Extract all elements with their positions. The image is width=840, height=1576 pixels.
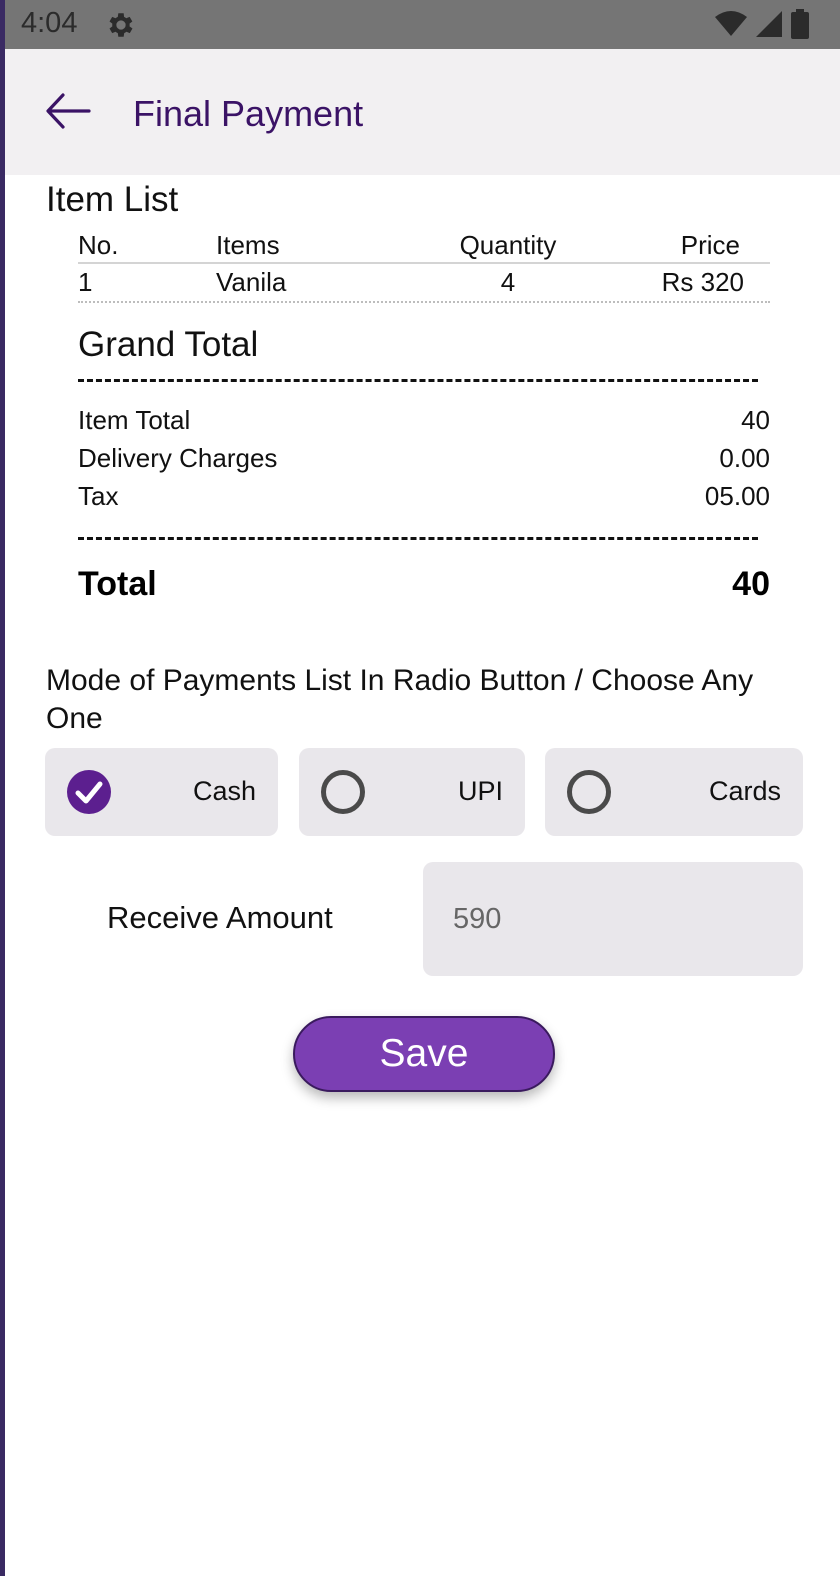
save-button[interactable]: Save <box>293 1016 555 1092</box>
summary-label: Delivery Charges <box>78 443 278 473</box>
payment-option-cards[interactable]: Cards <box>545 748 803 836</box>
battery-icon <box>791 9 809 39</box>
wifi-icon <box>715 11 747 36</box>
item-list-title: Item List <box>46 180 179 219</box>
dashed-divider <box>78 379 758 382</box>
column-header-items: Items <box>216 230 280 260</box>
signal-icon <box>756 11 782 37</box>
table-row: 1 Vanila 4 Rs 320 <box>78 265 770 303</box>
row-item: Vanila <box>216 267 287 297</box>
gear-icon <box>109 13 133 37</box>
status-bar: 4:04 <box>5 0 840 49</box>
row-quantity: 4 <box>500 267 516 297</box>
payment-option-label: UPI <box>457 776 503 806</box>
payment-mode-title: Mode of Payments List In Radio Button / … <box>46 664 754 735</box>
summary-label: Item Total <box>78 405 191 435</box>
dashed-divider <box>78 537 758 540</box>
column-header-quantity: Quantity <box>459 230 557 260</box>
row-no: 1 <box>78 267 93 297</box>
total-value: 40 <box>732 565 770 603</box>
radio-checked-icon[interactable] <box>66 769 112 815</box>
app-bar: Final Payment <box>5 49 840 175</box>
payment-option-label: Cards <box>708 776 781 806</box>
table-header: No. Items Quantity Price <box>78 228 770 264</box>
payment-option-cash[interactable]: Cash <box>45 748 278 836</box>
arrow-left-icon[interactable] <box>43 89 91 133</box>
page-title: Final Payment <box>133 93 364 134</box>
summary-value: 0.00 <box>719 443 770 473</box>
column-header-no: No. <box>78 230 119 260</box>
column-header-price: Price <box>680 230 740 260</box>
total-label: Total <box>78 565 157 603</box>
row-price: Rs 320 <box>661 267 744 297</box>
status-time: 4:04 <box>21 7 78 39</box>
summary-value: 05.00 <box>704 481 770 511</box>
window-edge <box>0 0 5 1576</box>
radio-unchecked-icon[interactable] <box>320 769 366 815</box>
payment-option-label: Cash <box>192 776 256 806</box>
receive-amount-input[interactable] <box>423 862 803 976</box>
radio-unchecked-icon[interactable] <box>566 769 612 815</box>
summary-value: 40 <box>741 405 770 435</box>
receive-amount-label: Receive Amount <box>107 900 333 935</box>
grand-total-title: Grand Total <box>78 325 259 364</box>
payment-option-upi[interactable]: UPI <box>299 748 525 836</box>
status-icons <box>714 9 810 39</box>
summary-label: Tax <box>78 481 119 511</box>
